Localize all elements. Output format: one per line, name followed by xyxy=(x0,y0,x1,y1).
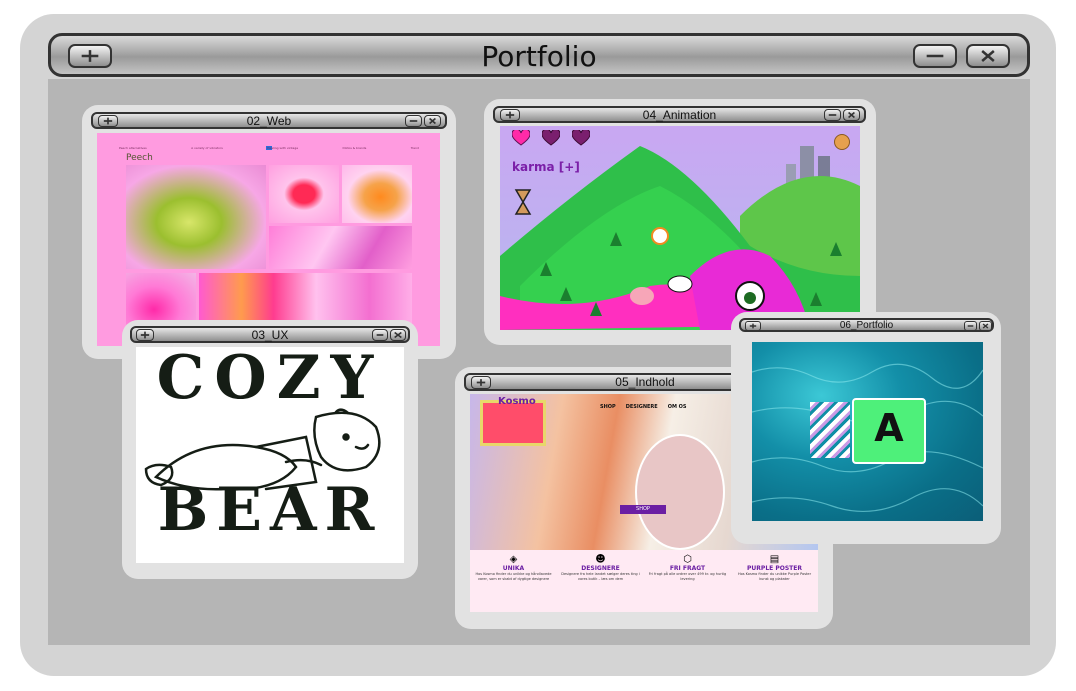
feature-text: Hos Kosmo finder du unikke og håndlavede… xyxy=(475,572,552,581)
web-screenshot: Peech alternatives A variety of vibrator… xyxy=(97,133,440,346)
feature-heading: FRI FRAGT xyxy=(669,565,706,572)
expand-button[interactable] xyxy=(98,115,118,127)
feature-text: Fri fragt på alle ordrer over 499 kr. og… xyxy=(648,572,727,581)
expand-button[interactable] xyxy=(471,376,491,389)
window-title: 02_Web xyxy=(246,114,292,128)
feature-heading: DESIGNERE xyxy=(581,565,620,572)
feature-text: Designere fra hele landet sælger deres t… xyxy=(561,572,640,581)
product-image xyxy=(126,165,266,269)
feature-text: Hos Kosmo finder du unikke Purple Poster… xyxy=(737,572,812,581)
minimize-button[interactable] xyxy=(964,321,977,331)
close-icon xyxy=(981,50,995,62)
page-title: Portfolio xyxy=(481,40,597,73)
sleeping-bear-illustration xyxy=(144,408,381,491)
feature-item: ☻ DESIGNERE Designere fra hele landet sæ… xyxy=(561,554,641,582)
minus-icon xyxy=(967,325,974,327)
box-icon: ⬡ xyxy=(683,554,692,565)
window-animation[interactable]: 04_Animation karma [+] xyxy=(484,99,876,345)
close-icon xyxy=(982,323,989,329)
web-nav-item[interactable]: Healing with vintage xyxy=(267,146,298,150)
window-portfolio-title-bar[interactable]: 06_Portfolio xyxy=(739,318,994,332)
plus-icon xyxy=(505,111,515,119)
expand-button[interactable] xyxy=(500,109,520,121)
portfolio-logo-pattern xyxy=(810,402,850,458)
web-nav-item[interactable]: Dildos & brands xyxy=(343,146,367,150)
feature-item: ⬡ FRI FRAGT Fri fragt på alle ordrer ove… xyxy=(648,554,728,582)
close-icon xyxy=(429,117,436,125)
window-web-title-bar[interactable]: 02_Web xyxy=(91,112,447,129)
heart-icon xyxy=(512,130,530,146)
karma-counter: karma [+] xyxy=(512,160,580,174)
plus-icon xyxy=(749,323,757,329)
feature-item: ◈ UNIKA Hos Kosmo finder du unikke og hå… xyxy=(474,554,554,582)
close-button[interactable] xyxy=(390,329,406,341)
minimize-button[interactable] xyxy=(372,329,388,341)
product-image xyxy=(342,165,412,223)
site-logo[interactable]: Kosmo xyxy=(498,396,536,407)
people-icon: ☻ xyxy=(595,554,606,565)
lives-hearts xyxy=(512,130,590,146)
close-icon xyxy=(848,111,855,119)
window-title: 03_UX xyxy=(251,328,289,342)
web-nav: Peech alternatives A variety of vibrator… xyxy=(119,146,419,150)
product-image xyxy=(269,165,339,223)
web-nav-item[interactable]: Peech alternatives xyxy=(119,146,147,150)
web-nav-item[interactable]: A variety of vibrators xyxy=(191,146,223,150)
close-button[interactable] xyxy=(966,44,1010,68)
minus-icon xyxy=(828,114,837,116)
window-title: 06_Portfolio xyxy=(839,320,894,331)
plus-icon xyxy=(476,379,486,386)
logo-letter: A xyxy=(874,406,904,450)
feature-heading: UNIKA xyxy=(502,565,525,572)
minimize-button[interactable] xyxy=(913,44,957,68)
nav-shop[interactable]: SHOP xyxy=(600,404,616,410)
close-icon xyxy=(394,331,402,339)
window-animation-title-bar[interactable]: 04_Animation xyxy=(493,106,866,123)
plus-icon xyxy=(140,331,150,339)
close-button[interactable] xyxy=(424,115,441,127)
product-image xyxy=(269,226,412,269)
nav-om-os[interactable]: OM OS xyxy=(668,404,687,410)
plus-icon xyxy=(81,50,99,62)
expand-button[interactable] xyxy=(745,321,761,331)
minus-icon xyxy=(376,334,384,336)
heart-icon xyxy=(542,130,560,146)
add-window-button[interactable] xyxy=(68,44,112,68)
feature-row: ◈ UNIKA Hos Kosmo finder du unikke og hå… xyxy=(470,554,818,582)
minus-icon xyxy=(926,54,944,58)
nav-designere[interactable]: DESIGNERE xyxy=(626,404,658,410)
gem-icon: ◈ xyxy=(509,554,518,565)
window-title: 04_Animation xyxy=(642,108,717,122)
feature-heading: PURPLE POSTER xyxy=(747,565,802,572)
expand-button[interactable] xyxy=(136,329,154,341)
hero-oval-image xyxy=(635,434,725,550)
site-nav: SHOP DESIGNERE OM OS xyxy=(600,404,687,410)
feature-item: ▤ PURPLE POSTER Hos Kosmo finder du unik… xyxy=(735,554,815,582)
window-ux-title-bar[interactable]: 03_UX xyxy=(130,326,410,343)
minus-icon xyxy=(409,120,418,122)
settings-gear-icon[interactable] xyxy=(834,134,850,150)
animation-scene xyxy=(500,146,860,330)
main-title-bar: Portfolio xyxy=(48,33,1030,77)
ux-screenshot: COZY BEAR xyxy=(136,347,404,563)
portfolio-logo: A xyxy=(852,398,926,464)
web-brand: Peech xyxy=(126,153,153,163)
minimize-button[interactable] xyxy=(405,115,422,127)
minimize-button[interactable] xyxy=(824,109,841,121)
pause-icon xyxy=(97,135,440,154)
close-button[interactable] xyxy=(843,109,860,121)
close-button[interactable] xyxy=(979,321,992,331)
web-nav-item[interactable]: Trend xyxy=(411,146,419,150)
window-portfolio[interactable]: 06_Portfolio A xyxy=(731,312,1001,544)
window-ux[interactable]: 03_UX COZY BEAR xyxy=(122,320,418,579)
portfolio-screenshot: A xyxy=(752,342,983,521)
artwork-text: COZY xyxy=(156,347,384,413)
poster-icon: ▤ xyxy=(769,554,780,565)
shop-cta-button[interactable]: SHOP xyxy=(620,505,666,514)
plus-icon xyxy=(103,117,113,125)
animation-screenshot: karma [+] xyxy=(500,126,860,330)
heart-icon xyxy=(572,130,590,146)
